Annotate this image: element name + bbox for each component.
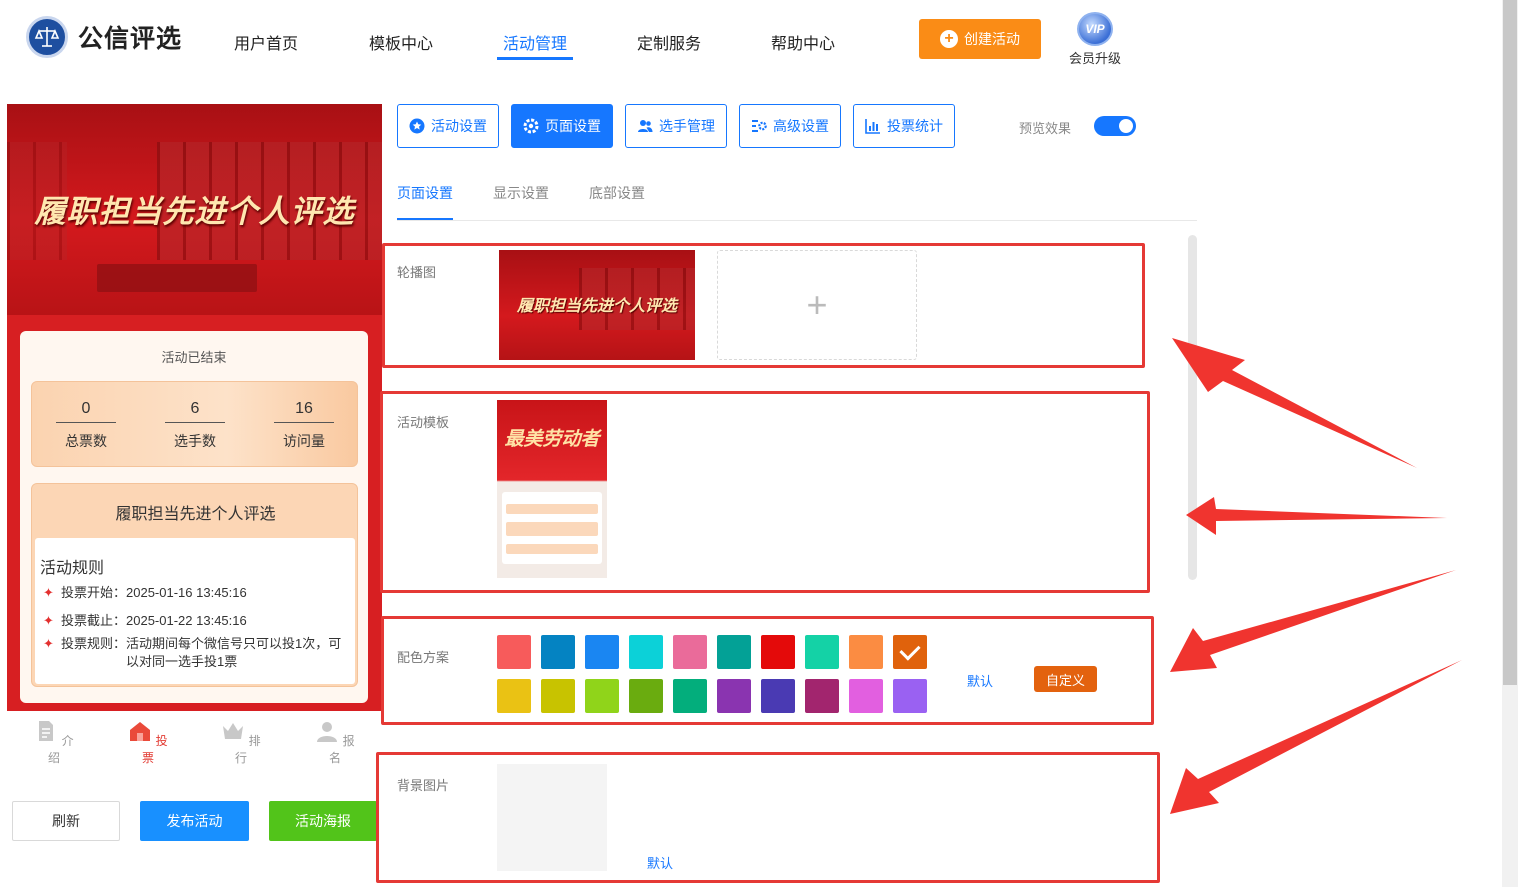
rule-voting: ✦ 投票规则： 活动期间每个微信号只可以投1次，可以对同一选手投1票 (43, 635, 349, 671)
tab-label: 高级设置 (773, 118, 829, 134)
tab-ranking[interactable]: 排行 (216, 719, 266, 766)
annotation-arrow-carousel (1172, 338, 1417, 468)
create-activity-button[interactable]: + 创建活动 (919, 19, 1041, 59)
stats-panel: 0 总票数 6 选手数 16 访问量 (31, 381, 358, 467)
top-header: 公信评选 用户首页 模板中心 活动管理 定制服务 帮助中心 + 创建活动 VIP… (0, 0, 1500, 80)
nav-custom-service[interactable]: 定制服务 (637, 30, 701, 54)
preview-tabbar: 介绍 投票 排行 报名 (7, 711, 382, 770)
stat-value: 0 (56, 400, 116, 423)
annotation-arrow-color (1170, 570, 1456, 672)
rule-value: 活动期间每个微信号只可以投1次，可以对同一选手投1票 (126, 636, 342, 669)
tab-page-settings[interactable]: 页面设置 (511, 104, 613, 148)
annotation-box-carousel (382, 243, 1145, 368)
stat-value: 16 (274, 400, 334, 423)
settings-scrollbar[interactable] (1188, 235, 1197, 580)
vip-icon: VIP (1077, 12, 1113, 46)
window-scrollbar-thumb[interactable] (1503, 0, 1517, 685)
rules-panel: 活动规则 ✦ 投票开始： 2025-01-16 13:45:16 ✦ 投票截止：… (35, 538, 355, 684)
rule-end: ✦ 投票截止： 2025-01-22 13:45:16 (43, 612, 349, 630)
tab-signup[interactable]: 报名 (310, 719, 360, 766)
stat-value: 6 (165, 400, 225, 423)
subtab-divider (397, 220, 1197, 221)
subtab-page-settings[interactable]: 页面设置 (397, 183, 453, 203)
tab-intro[interactable]: 介绍 (29, 719, 79, 766)
star-icon: ✦ (43, 585, 54, 600)
stat-visits: 16 访问量 (274, 400, 334, 451)
tab-activity-settings[interactable]: 活动设置 (397, 104, 499, 148)
brand-name: 公信评选 (78, 25, 183, 53)
stat-label: 总票数 (65, 433, 107, 449)
crown-icon (223, 723, 244, 739)
create-activity-label: 创建活动 (964, 31, 1020, 47)
annotation-box-background (376, 752, 1160, 883)
tab-label: 投票统计 (887, 118, 943, 134)
star-icon: ✦ (43, 636, 54, 651)
activity-poster-button[interactable]: 活动海报 (269, 801, 377, 841)
event-info-card: 履职担当先进个人评选 活动规则 ✦ 投票开始： 2025-01-16 13:45… (31, 483, 358, 687)
tab-contestant-management[interactable]: 选手管理 (625, 104, 727, 148)
stat-total-votes: 0 总票数 (56, 400, 116, 451)
nav-help[interactable]: 帮助中心 (771, 30, 835, 54)
stat-label: 选手数 (174, 433, 216, 449)
stat-contestants: 6 选手数 (165, 400, 225, 451)
publish-activity-button[interactable]: 发布活动 (140, 801, 249, 841)
rule-key: 投票规则： (61, 636, 127, 651)
gear-icon (523, 118, 539, 134)
tab-label: 选手管理 (659, 118, 715, 134)
toggle-knob (1119, 119, 1133, 133)
preview-toggle-label: 预览效果 (1019, 121, 1072, 136)
stat-label: 访问量 (283, 433, 325, 449)
annotation-arrow-background (1170, 660, 1462, 814)
tab-label: 活动设置 (431, 118, 487, 134)
subtab-display-settings[interactable]: 显示设置 (493, 183, 549, 203)
rules-title: 活动规则 (40, 560, 105, 577)
nav-active-indicator (497, 57, 573, 60)
rule-key: 投票截止： (61, 613, 127, 628)
activity-status-card: 活动已结束 0 总票数 6 选手数 16 访问量 履职担当先进个人评选 活动规则… (20, 331, 368, 703)
user-icon (317, 722, 338, 742)
star-circle-icon (409, 118, 425, 134)
rule-value: 2025-01-22 13:45:16 (126, 613, 247, 628)
nav-templates[interactable]: 模板中心 (369, 30, 433, 54)
mobile-preview: 履职担当先进个人评选 活动已结束 0 总票数 6 选手数 16 访问量 履职担当… (7, 104, 382, 770)
annotation-arrow-template (1186, 497, 1447, 535)
tab-vote-statistics[interactable]: 投票统计 (853, 104, 955, 148)
vip-upgrade[interactable]: VIP 会员升级 (1066, 12, 1124, 67)
event-name: 履职担当先进个人评选 (115, 506, 276, 523)
preview-banner: 履职担当先进个人评选 (7, 104, 382, 315)
banner-title: 履职担当先进个人评选 (34, 194, 355, 230)
star-icon: ✦ (43, 613, 54, 628)
annotation-box-color (381, 616, 1154, 725)
tab-label: 页面设置 (545, 118, 601, 134)
home-vote-icon (130, 722, 151, 741)
vip-upgrade-label: 会员升级 (1068, 51, 1121, 66)
refresh-button[interactable]: 刷新 (12, 801, 120, 841)
rule-key: 投票开始： (61, 585, 127, 600)
annotation-box-template (380, 391, 1150, 593)
brand-logo[interactable]: 公信评选 (26, 16, 182, 58)
subtab-footer-settings[interactable]: 底部设置 (589, 183, 645, 203)
banner-desk-decoration (97, 264, 257, 292)
preview-body: 活动已结束 0 总票数 6 选手数 16 访问量 履职担当先进个人评选 活动规则… (7, 315, 382, 711)
bar-chart-icon (865, 119, 880, 134)
scales-icon (26, 16, 68, 58)
rule-start: ✦ 投票开始： 2025-01-16 13:45:16 (43, 584, 349, 602)
settings-list-icon (752, 120, 767, 132)
document-icon (39, 721, 54, 741)
users-icon (638, 120, 653, 132)
preview-toggle[interactable] (1094, 116, 1136, 136)
activity-status: 活动已结束 (161, 350, 227, 365)
tab-vote[interactable]: 投票 (123, 719, 173, 766)
rule-value: 2025-01-16 13:45:16 (126, 585, 247, 600)
tab-advanced-settings[interactable]: 高级设置 (739, 104, 841, 148)
plus-circle-icon: + (940, 30, 958, 48)
nav-activity-management[interactable]: 活动管理 (503, 30, 567, 54)
nav-home[interactable]: 用户首页 (234, 30, 298, 54)
